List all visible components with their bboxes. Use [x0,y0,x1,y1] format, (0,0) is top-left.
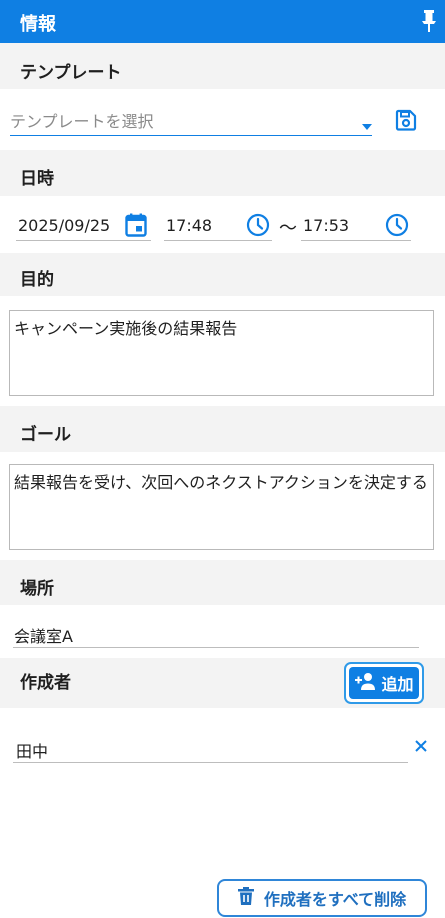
goal-value: 結果報告を受け、次回へのネクストアクションを決定する [14,473,428,492]
pin-icon[interactable] [419,9,439,33]
purpose-section-header: 目的 [0,253,445,296]
template-select[interactable]: テンプレートを選択 [10,103,372,136]
datetime-label: 日時 [20,169,54,189]
location-section-header: 場所 [0,560,445,605]
template-section-header: テンプレート [0,43,445,89]
purpose-label: 目的 [20,270,54,290]
author-name: 田中 [16,742,49,761]
end-clock-icon[interactable] [384,212,410,238]
delete-all-authors-button[interactable]: 作成者をすべて削除 [217,879,427,917]
add-person-icon [354,671,378,695]
date-value: 2025/09/25 [18,216,111,235]
location-value: 会議室A [14,627,73,646]
template-placeholder: テンプレートを選択 [10,112,154,131]
caret-down-icon [362,115,372,134]
calendar-icon[interactable] [123,212,149,238]
datetime-section-header: 日時 [0,150,445,196]
authors-label: 作成者 [20,673,71,693]
author-item[interactable]: 田中 [13,730,408,763]
location-field[interactable]: 会議室A [13,615,419,648]
add-author-button[interactable]: 追加 [344,662,424,704]
location-label: 場所 [20,579,54,599]
add-author-label: 追加 [381,675,414,694]
goal-textarea[interactable]: 結果報告を受け、次回へのネクストアクションを決定する [9,464,434,550]
template-label: テンプレート [20,63,122,83]
title-bar: 情報 [0,0,445,43]
start-clock-icon[interactable] [245,212,271,238]
trash-icon [237,887,254,909]
end-time-value: 17:53 [303,216,350,235]
close-icon[interactable] [412,737,430,755]
goal-label: ゴール [20,425,71,445]
save-icon[interactable] [393,107,419,133]
delete-all-label: 作成者をすべて削除 [263,890,407,909]
purpose-value: キャンペーン実施後の結果報告 [14,319,238,338]
time-range-separator: 〜 [279,218,297,239]
start-time-value: 17:48 [166,216,213,235]
page-title: 情報 [20,14,56,35]
purpose-textarea[interactable]: キャンペーン実施後の結果報告 [9,310,434,396]
goal-section-header: ゴール [0,406,445,452]
